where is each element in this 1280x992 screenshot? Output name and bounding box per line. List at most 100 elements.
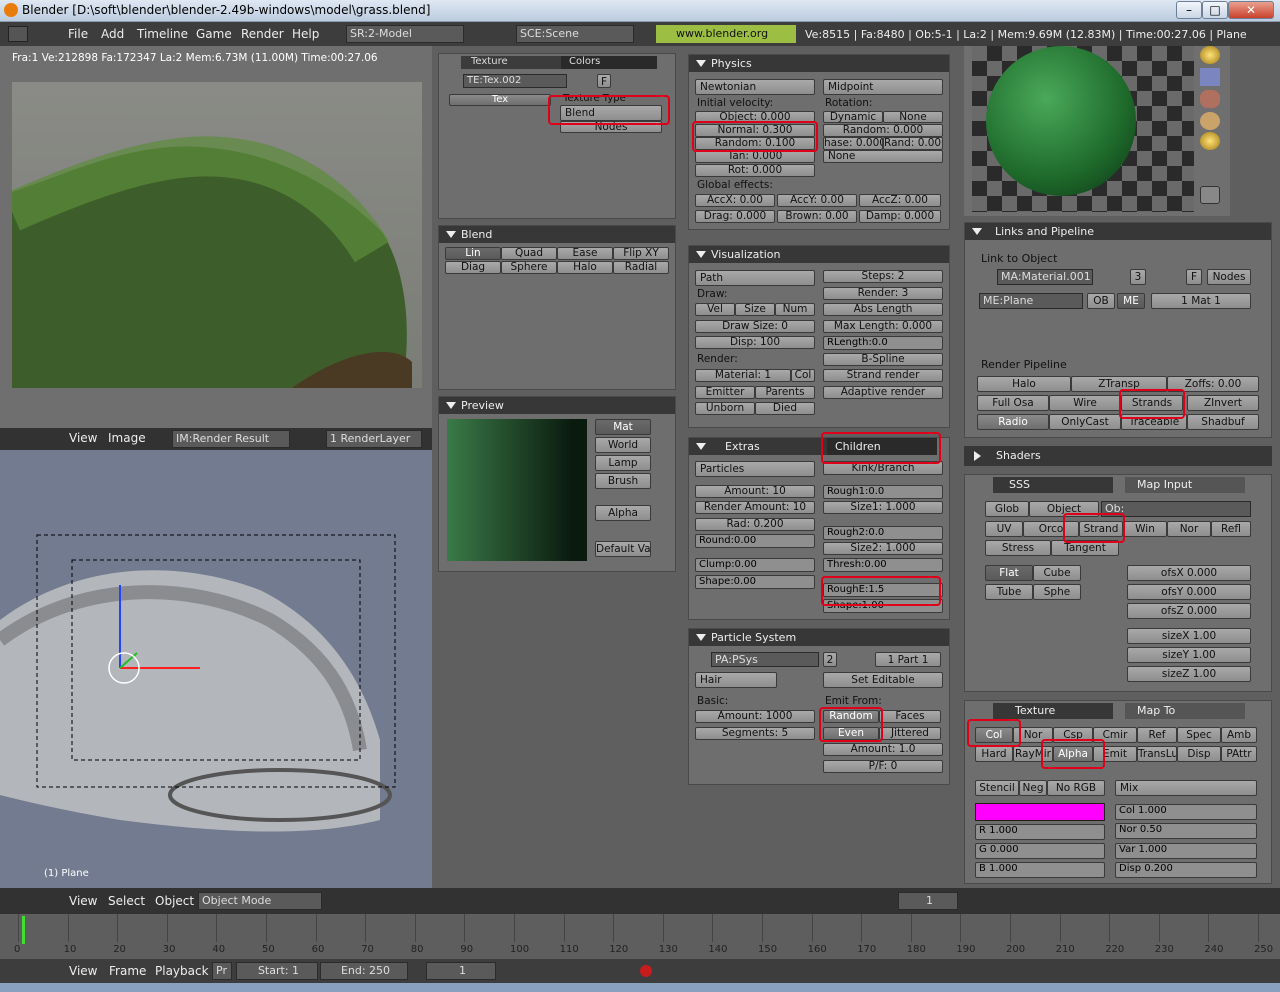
texture-tab-mapto[interactable]: Texture (993, 703, 1113, 719)
preview-mat[interactable]: Mat (595, 419, 651, 435)
extras-clump[interactable]: Clump:0.00 (695, 558, 815, 572)
psys-hair[interactable]: Hair (695, 672, 777, 688)
mapin-stress[interactable]: Stress (985, 540, 1051, 556)
vis-draw-size[interactable]: Draw Size: 0 (695, 320, 815, 333)
preview-refresh-icon[interactable] (1200, 186, 1220, 204)
mapto-amb[interactable]: Amb (1221, 727, 1257, 743)
start-frame-field[interactable]: Start: 1 (236, 962, 318, 980)
mesh-name-field[interactable]: ME:Plane (979, 293, 1083, 309)
pipe-zinvert[interactable]: ZInvert (1187, 395, 1259, 411)
extras-render-amount[interactable]: Render Amount: 10 (695, 501, 815, 514)
blend-diag[interactable]: Diag (445, 261, 501, 274)
tex-button[interactable]: Tex (449, 94, 551, 106)
vis-size[interactable]: Size (735, 303, 775, 316)
accz[interactable]: AccZ: 0.00 (859, 194, 941, 207)
mapto-col-val[interactable]: Col 1.000 (1115, 804, 1257, 820)
mapto-var-val[interactable]: Var 1.000 (1115, 843, 1257, 859)
vis-adaptive[interactable]: Adaptive render (823, 386, 943, 399)
frame-number-field[interactable]: 1 (898, 892, 958, 910)
rot-random[interactable]: Random: 0.000 (823, 124, 943, 137)
screen-field[interactable]: SR:2-Model (346, 25, 464, 43)
rot-none2[interactable]: None (823, 150, 943, 163)
vis-emitter[interactable]: Emitter (695, 386, 755, 399)
blend-sphere[interactable]: Sphere (501, 261, 557, 274)
psys-part[interactable]: 1 Part 1 (875, 652, 941, 667)
mapto-disp[interactable]: Disp (1177, 746, 1221, 762)
extras-rough1[interactable]: Rough1:0.0 (823, 485, 943, 499)
texture-f-button[interactable]: F (597, 74, 611, 88)
drag[interactable]: Drag: 0.000 (695, 210, 775, 223)
material-nodes[interactable]: Nodes (1207, 269, 1251, 285)
vis-rlength[interactable]: RLength:0.0 (823, 336, 943, 350)
vis-material[interactable]: Material: 1 (695, 369, 791, 382)
vis-died[interactable]: Died (755, 402, 815, 415)
view-menu[interactable]: View (69, 431, 97, 445)
vis-parents[interactable]: Parents (755, 386, 815, 399)
mapin-ofsx[interactable]: ofsX 0.000 (1127, 565, 1251, 581)
select-menu[interactable]: Select (108, 894, 145, 908)
menu-help[interactable]: Help (292, 27, 319, 41)
maximize-button[interactable]: □ (1202, 1, 1228, 19)
physics-midpoint[interactable]: Midpoint (823, 79, 943, 95)
preview-alpha[interactable]: Alpha (595, 505, 651, 521)
pipe-full-osa[interactable]: Full Osa (977, 395, 1049, 411)
material-users[interactable]: 3 (1130, 269, 1146, 285)
extras-round[interactable]: Round:0.00 (695, 534, 815, 548)
mapto-stencil[interactable]: Stencil (975, 780, 1019, 796)
image-menu[interactable]: Image (108, 431, 146, 445)
mapto-nor-val[interactable]: Nor 0.50 (1115, 823, 1257, 839)
blend-halo[interactable]: Halo (557, 261, 613, 274)
vis-max-length[interactable]: Max Length: 0.000 (823, 320, 943, 333)
extras-size1[interactable]: Size1: 1.000 (823, 501, 943, 514)
menu-file[interactable]: File (68, 27, 88, 41)
vis-num[interactable]: Num (775, 303, 815, 316)
psys-pf[interactable]: P/F: 0 (823, 760, 943, 773)
timeline-frame-menu[interactable]: Frame (109, 964, 146, 978)
mapin-ofsz[interactable]: ofsZ 0.000 (1127, 603, 1251, 619)
texture-tab[interactable]: Texture (461, 56, 571, 69)
preview-monkey-icon[interactable] (1200, 90, 1220, 108)
extras-shape[interactable]: Shape:0.00 (695, 575, 815, 589)
psys-name-field[interactable]: PA:PSys (711, 652, 819, 667)
blend-lin[interactable]: Lin (445, 247, 501, 260)
extras-thresh[interactable]: Thresh:0.00 (823, 558, 943, 572)
mapto-hard[interactable]: Hard (975, 746, 1013, 762)
psys-segments[interactable]: Segments: 5 (695, 727, 815, 740)
preview-cube-icon[interactable] (1200, 68, 1220, 86)
vis-unborn[interactable]: Unborn (695, 402, 755, 415)
extras-particles[interactable]: Particles (695, 461, 815, 477)
extras-size2[interactable]: Size2: 1.000 (823, 542, 943, 555)
material-index[interactable]: 1 Mat 1 (1151, 293, 1251, 309)
vis-render[interactable]: Render: 3 (823, 287, 943, 300)
scene-field[interactable]: SCE:Scene (516, 25, 634, 43)
accy[interactable]: AccY: 0.00 (777, 194, 857, 207)
preview-world[interactable]: World (595, 437, 651, 453)
mapin-cube[interactable]: Cube (1033, 565, 1081, 581)
editor-type-icon[interactable] (8, 26, 28, 42)
timeline-view-menu[interactable]: View (69, 964, 97, 978)
pipe-wire[interactable]: Wire (1049, 395, 1121, 411)
end-frame-field[interactable]: End: 250 (320, 962, 408, 980)
menu-render[interactable]: Render (241, 27, 284, 41)
vis-vel[interactable]: Vel (695, 303, 735, 316)
preview-default-var[interactable]: Default Var (595, 541, 651, 557)
mapin-sphe[interactable]: Sphe (1033, 584, 1081, 600)
view-menu[interactable]: View (69, 894, 97, 908)
extras-rough2[interactable]: Rough2:0.0 (823, 526, 943, 540)
link-me[interactable]: ME (1117, 293, 1145, 309)
rot-dynamic[interactable]: Dynamic (823, 111, 883, 123)
map-input-tab[interactable]: Map Input (1125, 477, 1245, 493)
mapin-sizez[interactable]: sizeZ 1.00 (1127, 666, 1251, 682)
map-to-tab[interactable]: Map To (1125, 703, 1245, 719)
preview-sphere-icon[interactable] (1200, 46, 1220, 64)
psys-faces[interactable]: Faces (879, 710, 941, 723)
vis-bspline[interactable]: B-Spline (823, 353, 943, 366)
mapin-ofsy[interactable]: ofsY 0.000 (1127, 584, 1251, 600)
current-frame-field[interactable]: 1 (426, 962, 496, 980)
timeline-playback-menu[interactable]: Playback (155, 964, 209, 978)
rot-none[interactable]: None (883, 111, 943, 123)
rot-vel[interactable]: Rot: 0.000 (695, 164, 815, 177)
timeline[interactable]: 0 10 20 30 40 50 60 70 80 90 100 110 120 130 140 150 160… (0, 914, 1280, 959)
material-f[interactable]: F (1186, 269, 1202, 285)
record-icon[interactable] (640, 965, 652, 977)
